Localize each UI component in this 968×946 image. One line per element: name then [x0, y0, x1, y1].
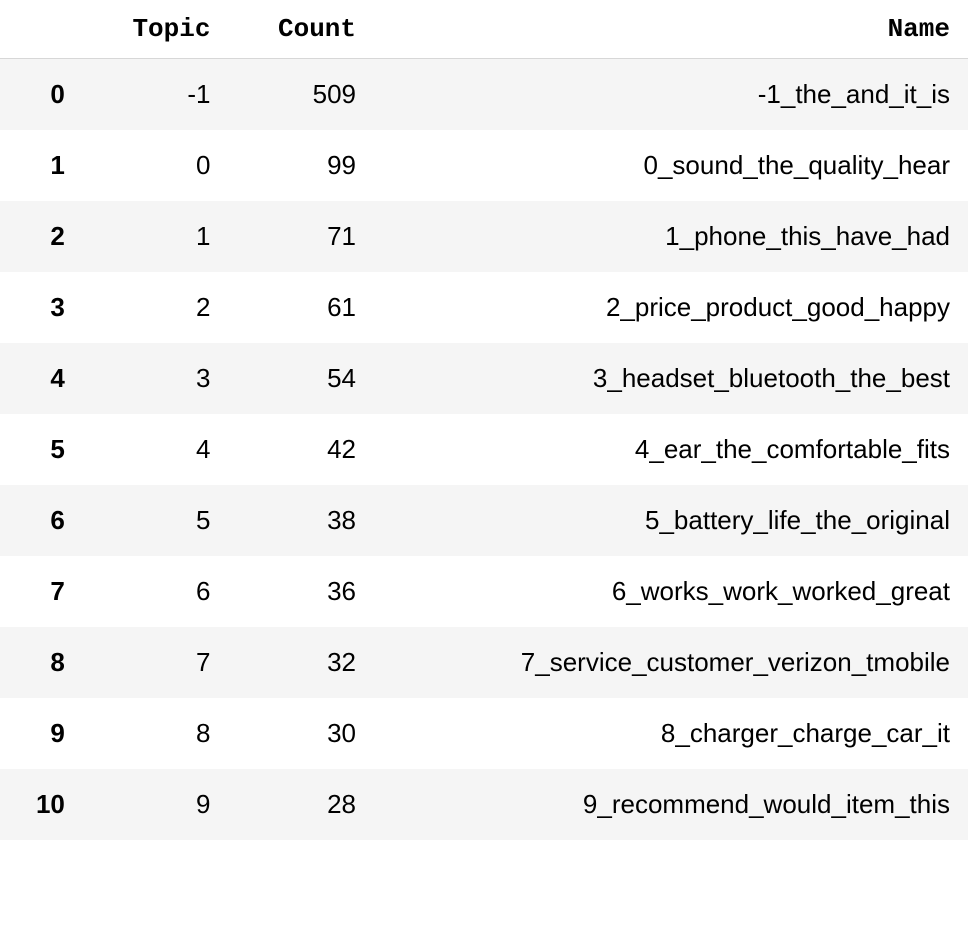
row-index: 8	[0, 627, 83, 698]
cell-name: 2_price_product_good_happy	[374, 272, 968, 343]
cell-name: 5_battery_life_the_original	[374, 485, 968, 556]
row-index: 4	[0, 343, 83, 414]
row-index: 10	[0, 769, 83, 840]
cell-count: 99	[228, 130, 374, 201]
index-header	[0, 0, 83, 59]
table-row: 5 4 42 4_ear_the_comfortable_fits	[0, 414, 968, 485]
table-row: 8 7 32 7_service_customer_verizon_tmobil…	[0, 627, 968, 698]
table-row: 10 9 28 9_recommend_would_item_this	[0, 769, 968, 840]
cell-topic: 9	[83, 769, 229, 840]
cell-name: 4_ear_the_comfortable_fits	[374, 414, 968, 485]
cell-count: 54	[228, 343, 374, 414]
cell-count: 509	[228, 59, 374, 131]
cell-count: 42	[228, 414, 374, 485]
cell-name: -1_the_and_it_is	[374, 59, 968, 131]
row-index: 1	[0, 130, 83, 201]
dataframe-table: Topic Count Name 0 -1 509 -1_the_and_it_…	[0, 0, 968, 840]
cell-name: 8_charger_charge_car_it	[374, 698, 968, 769]
cell-topic: 4	[83, 414, 229, 485]
table-row: 2 1 71 1_phone_this_have_had	[0, 201, 968, 272]
cell-name: 9_recommend_would_item_this	[374, 769, 968, 840]
col-header-topic: Topic	[83, 0, 229, 59]
cell-name: 0_sound_the_quality_hear	[374, 130, 968, 201]
table-row: 0 -1 509 -1_the_and_it_is	[0, 59, 968, 131]
header-row: Topic Count Name	[0, 0, 968, 59]
cell-topic: 7	[83, 627, 229, 698]
row-index: 7	[0, 556, 83, 627]
cell-topic: 8	[83, 698, 229, 769]
table-row: 4 3 54 3_headset_bluetooth_the_best	[0, 343, 968, 414]
cell-count: 61	[228, 272, 374, 343]
cell-name: 1_phone_this_have_had	[374, 201, 968, 272]
cell-topic: 5	[83, 485, 229, 556]
cell-count: 28	[228, 769, 374, 840]
row-index: 5	[0, 414, 83, 485]
table-row: 3 2 61 2_price_product_good_happy	[0, 272, 968, 343]
cell-count: 71	[228, 201, 374, 272]
cell-count: 32	[228, 627, 374, 698]
row-index: 9	[0, 698, 83, 769]
cell-count: 36	[228, 556, 374, 627]
row-index: 0	[0, 59, 83, 131]
cell-name: 7_service_customer_verizon_tmobile	[374, 627, 968, 698]
cell-topic: 1	[83, 201, 229, 272]
cell-topic: 6	[83, 556, 229, 627]
cell-name: 6_works_work_worked_great	[374, 556, 968, 627]
cell-name: 3_headset_bluetooth_the_best	[374, 343, 968, 414]
cell-count: 38	[228, 485, 374, 556]
table-row: 1 0 99 0_sound_the_quality_hear	[0, 130, 968, 201]
cell-topic: -1	[83, 59, 229, 131]
col-header-name: Name	[374, 0, 968, 59]
cell-topic: 2	[83, 272, 229, 343]
row-index: 2	[0, 201, 83, 272]
cell-topic: 0	[83, 130, 229, 201]
table-row: 6 5 38 5_battery_life_the_original	[0, 485, 968, 556]
cell-topic: 3	[83, 343, 229, 414]
cell-count: 30	[228, 698, 374, 769]
table-row: 9 8 30 8_charger_charge_car_it	[0, 698, 968, 769]
row-index: 6	[0, 485, 83, 556]
col-header-count: Count	[228, 0, 374, 59]
table-row: 7 6 36 6_works_work_worked_great	[0, 556, 968, 627]
row-index: 3	[0, 272, 83, 343]
